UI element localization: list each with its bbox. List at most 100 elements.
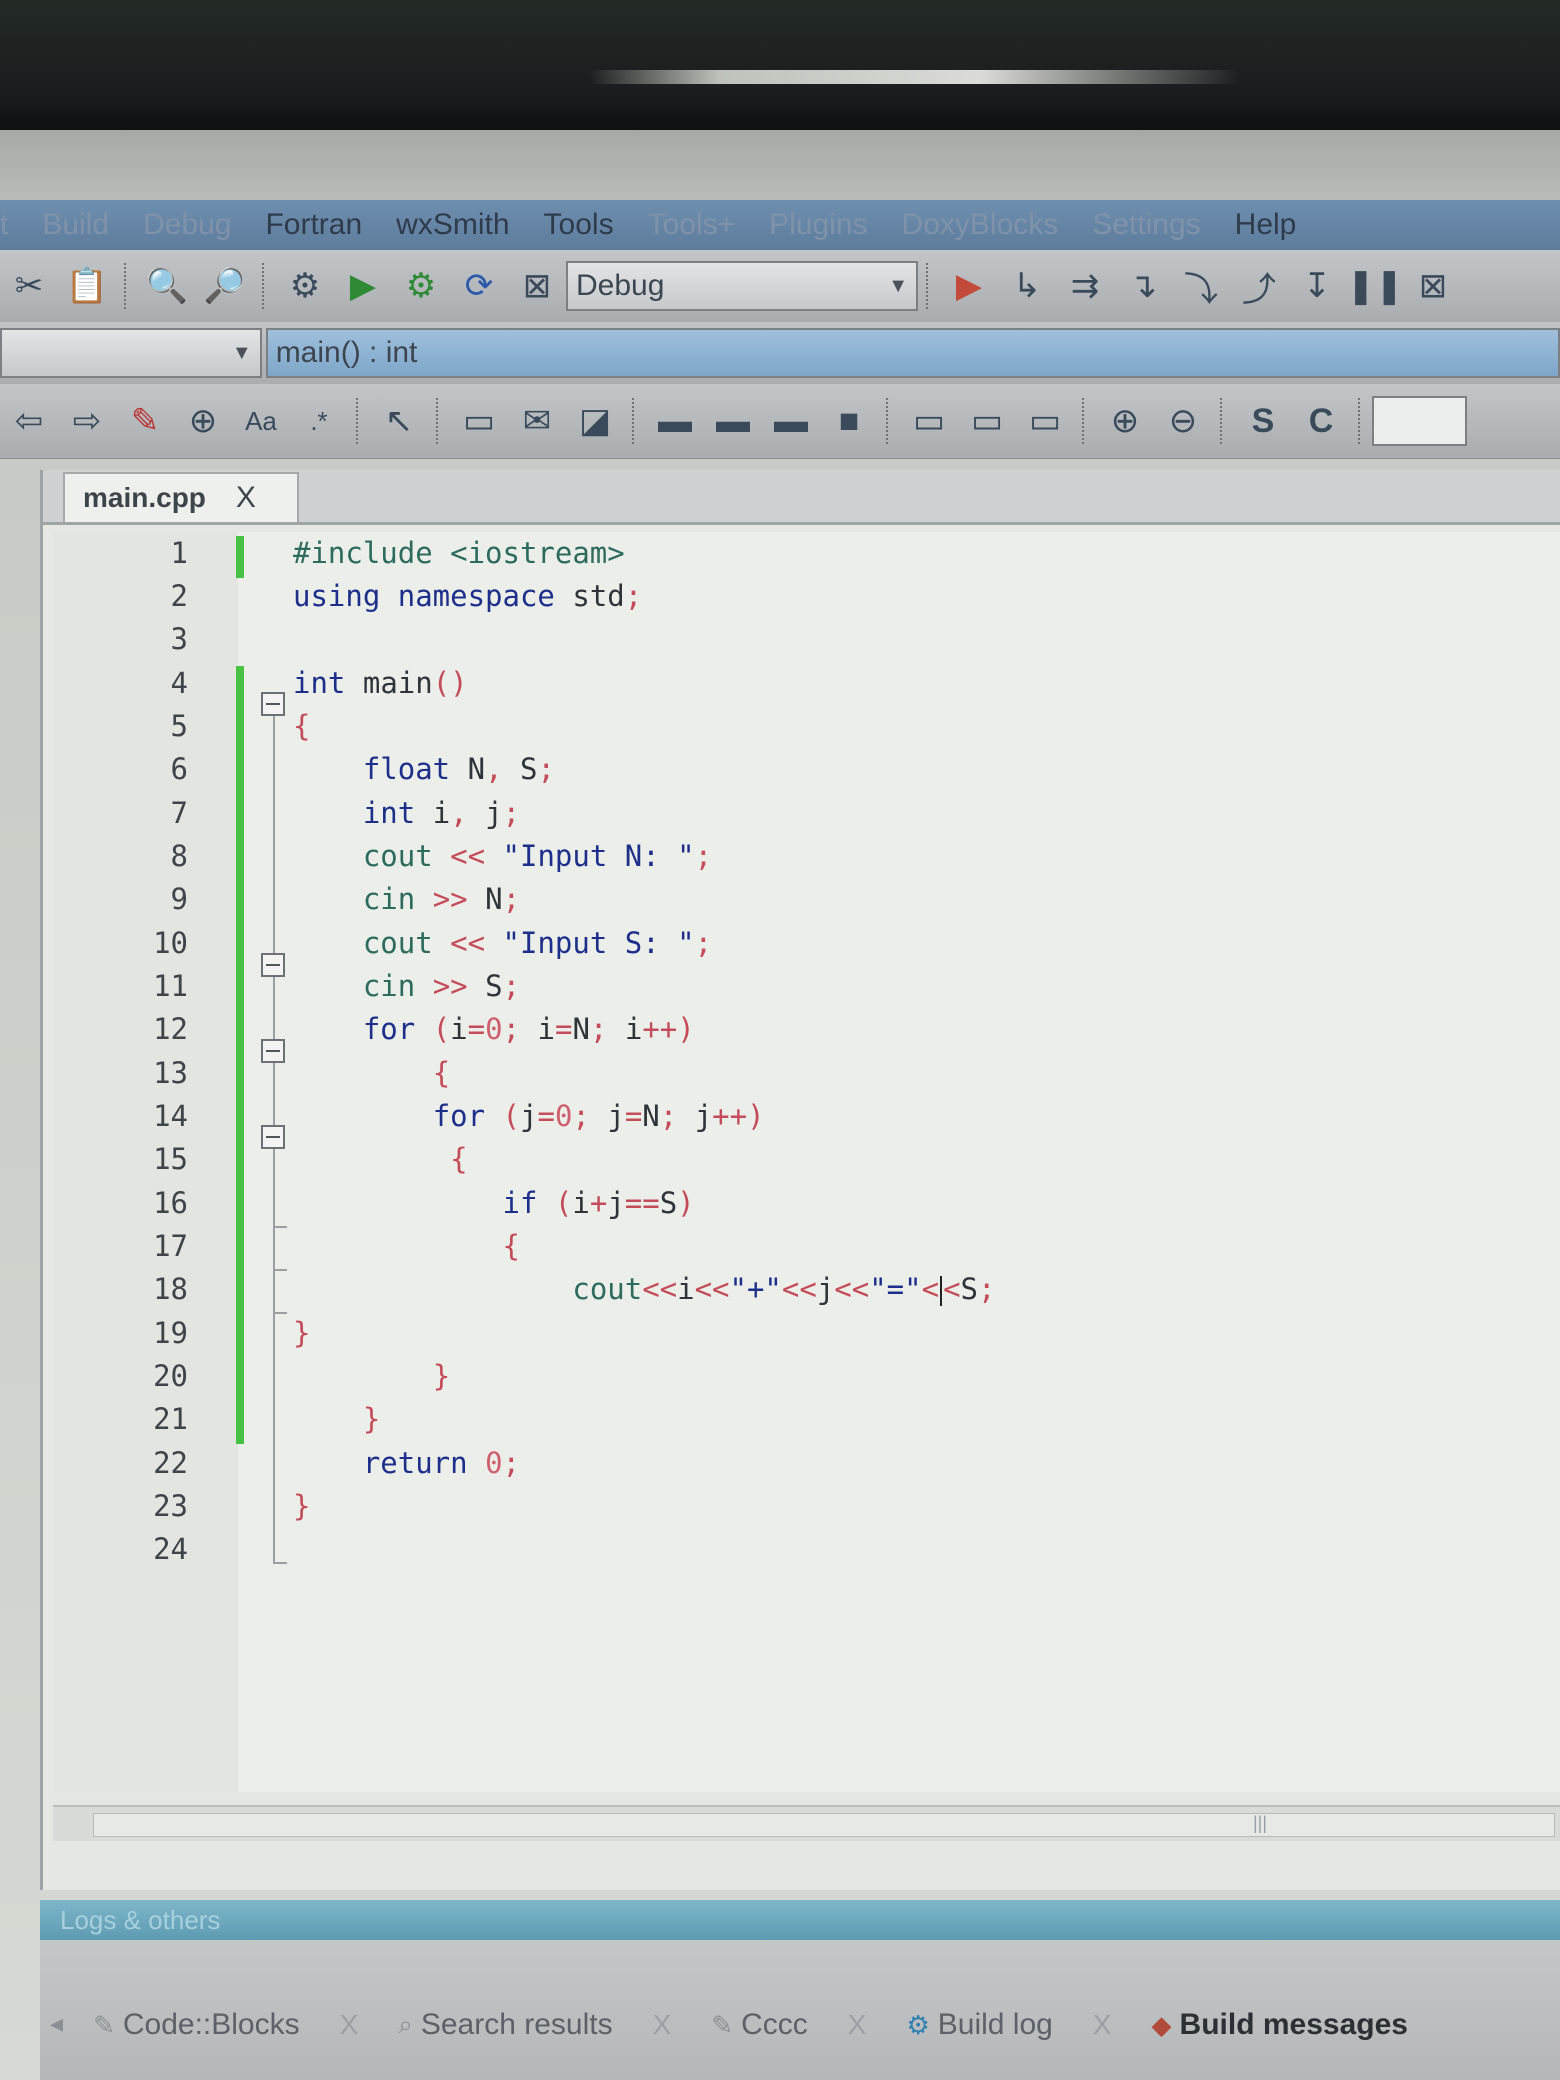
menu-file-partial[interactable]: t [0,208,8,242]
stop-debug-icon[interactable]: ⊠ [1411,264,1455,308]
close-icon[interactable]: X [653,2009,672,2041]
layout-full-icon[interactable]: ■ [827,399,871,443]
dialog-icon[interactable]: ✉ [515,399,559,443]
code-editor[interactable]: 1 #include <iostream> 2 using namespace … [53,532,1560,1792]
step-into-instruction-icon[interactable]: ↧ [1295,264,1339,308]
menu-tools[interactable]: Tools [544,208,614,242]
code-line: 1 #include <iostream> [53,536,1553,579]
regex-icon[interactable]: .* [297,399,341,443]
tab-build-log[interactable]: ⚙ Build log X [906,2008,1111,2042]
line-number: 21 [153,1402,188,1436]
toolbar-input[interactable] [1372,396,1467,446]
replace-icon[interactable]: 🔎 [203,264,247,308]
code-line: 3 [53,622,1553,665]
tab-label: Search results [420,2008,613,2041]
build-messages-icon: ◆ [1151,2009,1172,2040]
sizer-box-icon[interactable]: ▭ [965,399,1009,443]
code-line: 16 if (i+j==S) [53,1186,1553,1229]
code-text: cout << "Input S: "; [362,926,713,960]
s-icon[interactable]: S [1241,399,1285,443]
abort-icon[interactable]: ⊠ [515,264,559,308]
panel-icon[interactable]: ▭ [457,399,501,443]
highlight-icon[interactable]: ✎ [123,399,167,443]
close-icon[interactable]: X [236,481,256,515]
menu-tools-plus[interactable]: Tools+ [648,208,736,242]
rebuild-icon[interactable]: ⟳ [457,264,501,308]
build-gear-icon[interactable]: ⚙ [283,264,327,308]
c-icon[interactable]: C [1299,399,1343,443]
line-number: 14 [153,1099,188,1133]
main-toolbar: ✂ 📋 🔍 🔎 ⚙ ▶ ⚙ ⟳ ⊠ Debug ▼ ▶ ↳ ⇉ ↴ ⤵ ⤴ ↧ … [0,250,1560,323]
run-icon[interactable]: ▶ [341,264,385,308]
menu-fortran[interactable]: Fortran [265,208,362,242]
code-line: 12 for (i=0; i=N; i++) [53,1012,1553,1055]
edit-toolbar: ⇦ ⇨ ✎ ⊕ Aa .* ↖ ▭ ✉ ◪ ▬ ▬ ▬ ■ ▭ ▭ ▭ ⊕ ⊖ … [0,384,1560,459]
step-out-icon[interactable]: ⤴ [1237,264,1281,309]
tab-label: Build log [937,2008,1053,2041]
pause-icon[interactable]: ❚❚ [1347,264,1404,308]
tab-label: Code::Blocks [122,2008,300,2041]
menu-help[interactable]: Help [1235,208,1297,242]
code-line: 5 { [53,709,1553,752]
sizer-grid-icon[interactable]: ▭ [1023,399,1067,443]
debug-start-icon[interactable]: ▶ [947,264,991,308]
pointer-icon[interactable]: ↖ [377,399,421,443]
tab-search-results[interactable]: ⌕ Search results X [398,2008,671,2042]
tab-cccc[interactable]: ✎ Cccc X [711,2008,866,2042]
line-number: 20 [153,1359,188,1393]
scrollbar-thumb[interactable] [93,1813,1555,1837]
layout-bottom-icon[interactable]: ▬ [769,399,813,443]
line-number: 2 [170,579,188,613]
menu-build[interactable]: Build [42,208,109,242]
zoom-in-icon[interactable]: ⊕ [1103,399,1147,443]
code-completion-toolbar: ▼ main() : int [0,322,1560,385]
menu-wxsmith[interactable]: wxSmith [396,208,509,242]
menu-settings[interactable]: Settings [1092,208,1200,242]
line-number: 11 [153,969,188,1003]
menu-doxyblocks[interactable]: DoxyBlocks [902,208,1059,242]
line-number: 5 [170,709,188,743]
horizontal-scrollbar[interactable]: ||| [53,1805,1560,1841]
line-number: 16 [153,1186,188,1220]
function-select[interactable]: main() : int [265,328,1560,378]
code-text: } [432,1359,451,1393]
line-number: 8 [170,839,188,873]
build-target-select[interactable]: Debug ▼ [566,261,918,311]
forward-arrow-icon[interactable]: ⇨ [65,399,109,443]
step-into-icon[interactable]: ⤵ [1179,264,1223,309]
close-icon[interactable]: X [1093,2009,1112,2041]
match-case-icon[interactable]: Aa [239,399,283,443]
code-line: 10 cout << "Input S: "; [53,926,1553,969]
scope-select[interactable]: ▼ [0,328,262,378]
tab-codeblocks-log[interactable]: ✎ Code::Blocks X [93,2008,358,2042]
build-and-run-icon[interactable]: ⚙ [399,264,443,308]
tab-build-messages[interactable]: ◆ Build messages [1152,2008,1408,2042]
paste-icon[interactable]: 📋 [65,264,109,308]
code-line: 9 cin >> N; [53,882,1553,925]
scroll-left-icon[interactable]: ◂ [50,2008,63,2039]
close-icon[interactable]: X [340,2009,359,2041]
close-icon[interactable]: X [848,2009,867,2041]
code-text: { [432,1056,451,1090]
zoom-out-icon[interactable]: ⊖ [1161,399,1205,443]
cut-icon[interactable]: ✂ [7,264,51,308]
back-arrow-icon[interactable]: ⇦ [7,399,51,443]
next-instruction-icon[interactable]: ↴ [1121,264,1165,308]
pencil-icon: ✎ [93,2009,115,2040]
toolbar-separator [926,263,932,309]
frame-icon[interactable]: ◪ [573,399,617,443]
toolbar-separator [632,398,638,444]
find-icon[interactable]: 🔍 [145,264,189,308]
bookmark-icon[interactable]: ⊕ [181,399,225,443]
menu-debug[interactable]: Debug [143,208,231,242]
next-line-icon[interactable]: ⇉ [1063,264,1107,308]
layout-mid-icon[interactable]: ▬ [711,399,755,443]
sizer-icon[interactable]: ▭ [907,399,951,443]
layout-top-icon[interactable]: ▬ [653,399,697,443]
run-to-cursor-icon[interactable]: ↳ [1005,264,1049,308]
tab-main-cpp[interactable]: main.cpp X [63,472,299,522]
line-number: 9 [170,882,188,916]
menu-plugins[interactable]: Plugins [769,208,867,242]
toolbar-separator [124,263,130,309]
line-number: 23 [153,1489,188,1523]
